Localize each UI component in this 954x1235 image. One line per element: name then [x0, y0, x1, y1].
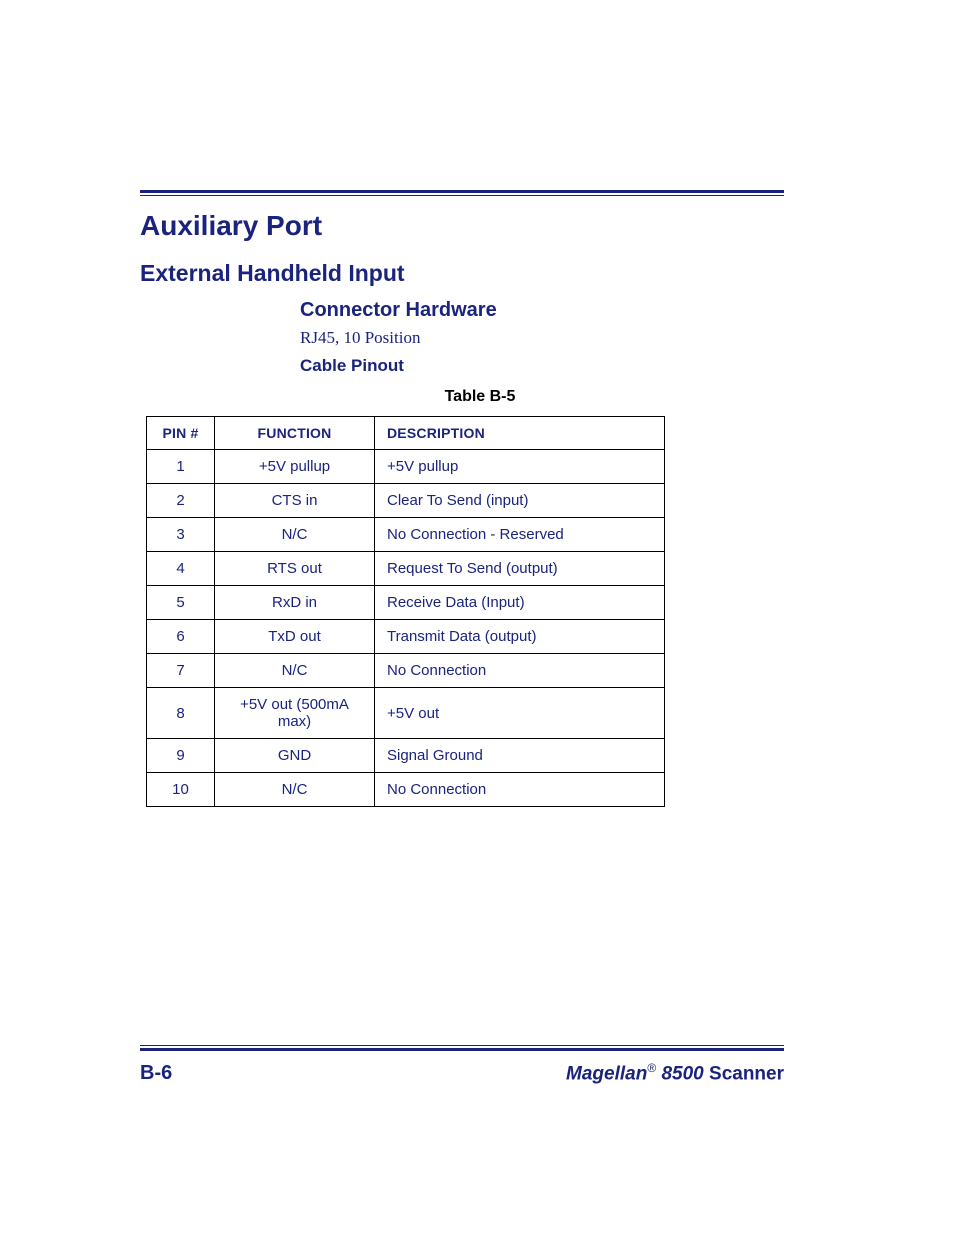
heading-4: Cable Pinout — [300, 356, 784, 376]
cell-function: CTS in — [215, 484, 375, 518]
heading-2: External Handheld Input — [140, 260, 784, 287]
table-row: 6TxD outTransmit Data (output) — [147, 620, 665, 654]
col-header-description: DESCRIPTION — [375, 417, 665, 450]
page-number: B-6 — [140, 1062, 172, 1085]
cell-pin: 6 — [147, 620, 215, 654]
footer-brand: Magellan — [566, 1063, 647, 1084]
heading-3: Connector Hardware — [300, 299, 784, 322]
table-row: 2CTS inClear To Send (input) — [147, 484, 665, 518]
cell-function: GND — [215, 739, 375, 773]
cell-description: Receive Data (Input) — [375, 586, 665, 620]
double-rule-top — [140, 190, 784, 196]
cell-pin: 7 — [147, 654, 215, 688]
cell-pin: 2 — [147, 484, 215, 518]
cell-pin: 3 — [147, 518, 215, 552]
cell-function: +5V out (500mA max) — [215, 688, 375, 739]
footer-model: 8500 — [656, 1063, 709, 1084]
table-row: 4RTS outRequest To Send (output) — [147, 552, 665, 586]
cell-description: +5V out — [375, 688, 665, 739]
double-rule-bottom — [140, 1045, 784, 1051]
heading-1: Auxiliary Port — [140, 210, 784, 242]
cell-function: N/C — [215, 654, 375, 688]
table-row: 10N/CNo Connection — [147, 773, 665, 807]
cell-description: Transmit Data (output) — [375, 620, 665, 654]
col-header-function: FUNCTION — [215, 417, 375, 450]
cell-description: No Connection — [375, 773, 665, 807]
table-row: 5RxD inReceive Data (Input) — [147, 586, 665, 620]
cell-description: No Connection — [375, 654, 665, 688]
table-row: 9GNDSignal Ground — [147, 739, 665, 773]
cell-function: +5V pullup — [215, 450, 375, 484]
cell-function: N/C — [215, 773, 375, 807]
registered-mark-icon: ® — [647, 1061, 656, 1075]
col-header-pin: PIN # — [147, 417, 215, 450]
cell-description: +5V pullup — [375, 450, 665, 484]
pinout-table: PIN # FUNCTION DESCRIPTION 1+5V pullup+5… — [146, 416, 665, 807]
cell-pin: 8 — [147, 688, 215, 739]
cell-function: TxD out — [215, 620, 375, 654]
footer-product: Scanner — [709, 1063, 784, 1084]
page-footer: B-6 Magellan® 8500 Scanner — [140, 1045, 784, 1085]
footer-title: Magellan® 8500 Scanner — [566, 1061, 784, 1085]
connector-spec: RJ45, 10 Position — [300, 328, 784, 348]
cell-function: RxD in — [215, 586, 375, 620]
cell-function: RTS out — [215, 552, 375, 586]
cell-pin: 1 — [147, 450, 215, 484]
cell-description: Clear To Send (input) — [375, 484, 665, 518]
cell-description: No Connection - Reserved — [375, 518, 665, 552]
table-row: 3N/CNo Connection - Reserved — [147, 518, 665, 552]
table-row: 1+5V pullup+5V pullup — [147, 450, 665, 484]
cell-pin: 5 — [147, 586, 215, 620]
cell-pin: 10 — [147, 773, 215, 807]
cell-pin: 9 — [147, 739, 215, 773]
table-row: 8+5V out (500mA max)+5V out — [147, 688, 665, 739]
table-header-row: PIN # FUNCTION DESCRIPTION — [147, 417, 665, 450]
cell-description: Request To Send (output) — [375, 552, 665, 586]
cell-description: Signal Ground — [375, 739, 665, 773]
table-row: 7N/CNo Connection — [147, 654, 665, 688]
table-caption: Table B-5 — [300, 388, 660, 406]
cell-pin: 4 — [147, 552, 215, 586]
cell-function: N/C — [215, 518, 375, 552]
